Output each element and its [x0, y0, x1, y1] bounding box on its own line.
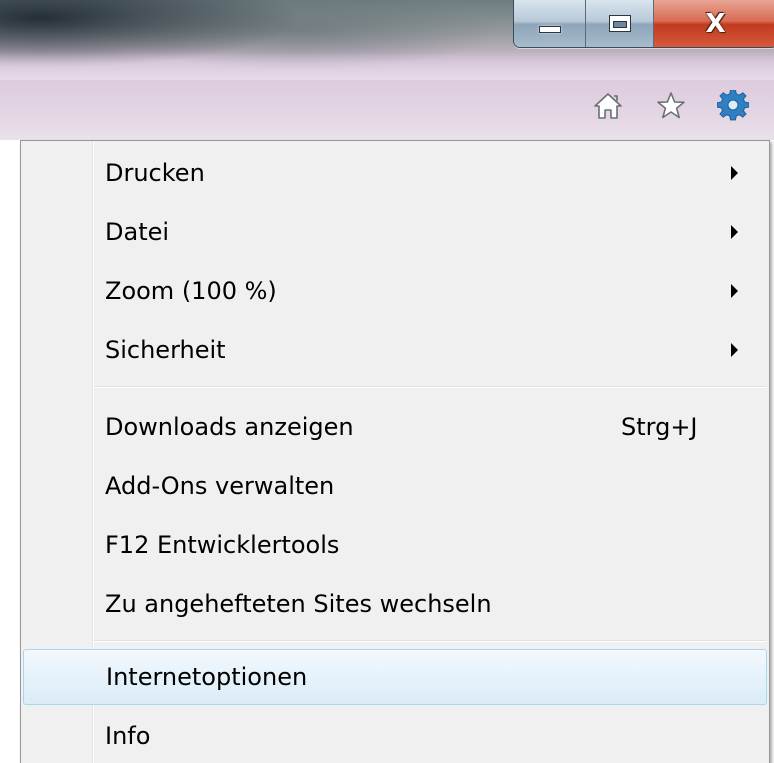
menu-item-zoom[interactable]: Zoom (100 %)	[23, 263, 767, 319]
menu-item-label: Sicherheit	[105, 336, 226, 364]
menu-item-label: F12 Entwicklertools	[105, 531, 340, 559]
menu-item-label: Downloads anzeigen	[105, 413, 354, 441]
menu-item-label: Internetoptionen	[106, 663, 308, 691]
menu-item-internet-options[interactable]: Internetoptionen	[23, 649, 767, 705]
close-button[interactable]: X	[654, 0, 774, 47]
menu-item-label: Datei	[105, 218, 170, 246]
menu-item-label: Zu angehefteten Sites wechseln	[105, 590, 492, 618]
home-icon[interactable]	[592, 90, 624, 122]
browser-window: X Drucken Datei Zoom (100 %) Sicherheit …	[0, 0, 774, 763]
menu-item-label: Add-Ons verwalten	[105, 472, 335, 500]
menu-item-label: Zoom (100 %)	[105, 277, 277, 305]
menu-separator	[94, 386, 766, 388]
menu-item-downloads[interactable]: Downloads anzeigen Strg+J	[23, 399, 767, 455]
submenu-arrow-icon	[731, 284, 738, 298]
menu-item-drucken[interactable]: Drucken	[23, 145, 767, 201]
gear-icon[interactable]	[717, 90, 749, 122]
menu-item-sicherheit[interactable]: Sicherheit	[23, 322, 767, 378]
page-background	[0, 140, 20, 763]
menu-item-developer-tools[interactable]: F12 Entwicklertools	[23, 517, 767, 573]
menu-item-shortcut: Strg+J	[621, 413, 698, 441]
menu-item-pinned-sites[interactable]: Zu angehefteten Sites wechseln	[23, 576, 767, 632]
menu-item-add-ons[interactable]: Add-Ons verwalten	[23, 458, 767, 514]
submenu-arrow-icon	[731, 343, 738, 357]
close-icon: X	[705, 8, 726, 39]
maximize-icon	[608, 15, 631, 32]
menu-item-label: Drucken	[105, 159, 205, 187]
minimize-button[interactable]	[514, 0, 586, 47]
submenu-arrow-icon	[731, 225, 738, 239]
star-icon[interactable]	[655, 90, 687, 122]
menu-separator	[94, 640, 766, 642]
minimize-icon	[538, 26, 561, 33]
menu-item-datei[interactable]: Datei	[23, 204, 767, 260]
window-caption-buttons: X	[513, 0, 774, 48]
menu-item-label: Info	[105, 722, 151, 750]
menu-item-info[interactable]: Info	[23, 708, 767, 763]
tools-menu: Drucken Datei Zoom (100 %) Sicherheit Do…	[20, 140, 770, 763]
submenu-arrow-icon	[731, 166, 738, 180]
maximize-button[interactable]	[586, 0, 654, 47]
